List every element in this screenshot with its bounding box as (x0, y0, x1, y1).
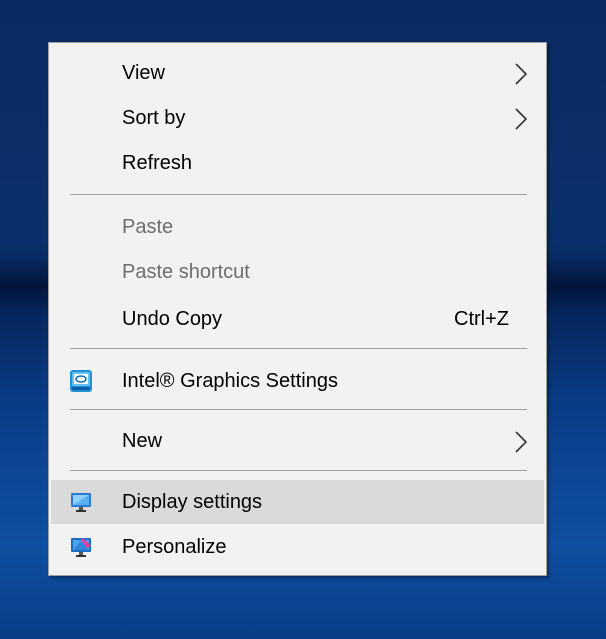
menu-item-label: View (122, 62, 165, 84)
menu-item-label: Paste shortcut (122, 261, 250, 283)
menu-item-label: Paste (122, 216, 174, 238)
menu-item-label: Refresh (122, 152, 193, 174)
menu-item-undo-copy[interactable]: Undo Copy Ctrl+Z (51, 297, 544, 341)
menu-separator (70, 409, 527, 410)
display-settings-icon (71, 493, 91, 512)
menu-separator (70, 194, 527, 195)
menu-item-label: New (122, 430, 163, 452)
chevron-right-icon (515, 108, 528, 130)
menu-item-display-settings[interactable]: Display settings (51, 480, 544, 524)
intel-graphics-icon (70, 370, 92, 392)
menu-item-intel-graphics-settings[interactable]: Intel® Graphics Settings (51, 359, 544, 403)
chevron-right-icon (515, 63, 528, 85)
desktop-context-menu: View Sort by Refresh Paste Paste shortcu… (48, 42, 547, 576)
menu-item-paste[interactable]: Paste (51, 205, 544, 249)
menu-item-label: Undo Copy (122, 308, 223, 330)
menu-item-new[interactable]: New (51, 419, 544, 463)
menu-item-view[interactable]: View (51, 51, 544, 95)
personalize-icon (71, 538, 91, 557)
menu-item-label: Intel® Graphics Settings (122, 370, 338, 392)
menu-separator (70, 470, 527, 471)
menu-item-sort-by[interactable]: Sort by (51, 96, 544, 140)
menu-item-label: Display settings (122, 491, 263, 513)
chevron-right-icon (515, 431, 528, 453)
menu-item-label: Personalize (122, 536, 227, 558)
menu-item-paste-shortcut[interactable]: Paste shortcut (51, 250, 544, 294)
menu-item-shortcut: Ctrl+Z (454, 308, 509, 330)
menu-separator (70, 348, 527, 349)
menu-item-label: Sort by (122, 107, 186, 129)
menu-item-refresh[interactable]: Refresh (51, 141, 544, 185)
menu-item-personalize[interactable]: Personalize (51, 525, 544, 569)
